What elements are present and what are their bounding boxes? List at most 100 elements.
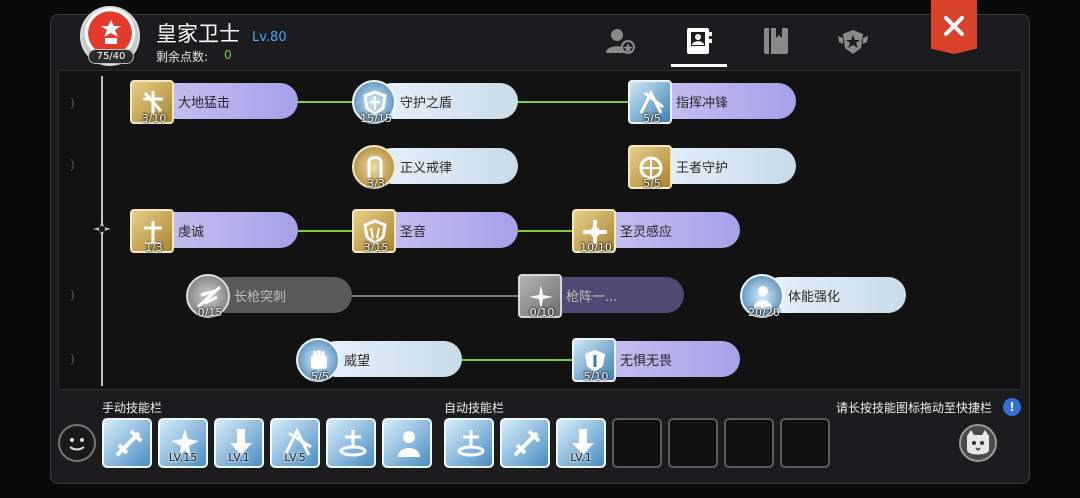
row-marker: ) (70, 352, 75, 366)
skill-count: 5/5 (311, 370, 329, 383)
skill-name: 正义戒律 (400, 161, 453, 176)
skill-count: 5/5 (643, 177, 661, 190)
skill-name: 指挥冲锋 (676, 96, 729, 111)
skill-link (516, 101, 632, 103)
auto-slot-empty[interactable] (612, 418, 662, 468)
skill-name: 守护之盾 (400, 96, 453, 111)
skill-count: 15/15 (360, 112, 392, 125)
manual-bar-avatar[interactable] (58, 424, 96, 462)
auto-skill-bar-label: 自动技能栏 (444, 401, 505, 415)
tab-skills[interactable] (683, 26, 715, 56)
tab-character[interactable] (604, 26, 636, 56)
sword-strike-icon (115, 429, 143, 457)
guardian-icon (398, 431, 420, 457)
skill-icon: 3/3 (352, 145, 396, 190)
remaining-points-value: 0 (224, 48, 232, 62)
manual-skill-bar-label: 手动技能栏 (102, 401, 163, 415)
skill-link (350, 295, 520, 297)
class-level: Lv.80 (252, 30, 287, 45)
auto-slot-empty[interactable] (780, 418, 830, 468)
remaining-points-label: 剩余点数: (156, 50, 209, 64)
skill-name: 圣音 (400, 225, 427, 240)
shield-aura-icon (339, 430, 367, 457)
auto-slot-empty[interactable] (668, 418, 718, 468)
skill-node-qiancheng[interactable]: 虔诚 1/3 (130, 209, 298, 254)
skill-node-zhengyi-jielv[interactable]: 正义戒律 3/3 (352, 145, 520, 190)
skill-name: 枪阵一... (566, 290, 618, 305)
manual-slot-1[interactable] (102, 418, 152, 468)
skill-name: 无惧无畏 (620, 354, 673, 369)
close-icon[interactable] (942, 14, 966, 38)
manual-slot-3[interactable]: LV.1 (214, 418, 264, 468)
skill-icon: 3/10 (130, 80, 174, 125)
skill-name: 大地猛击 (178, 96, 231, 111)
class-title: 皇家卫士 (156, 22, 240, 46)
active-tab-indicator (671, 64, 727, 67)
skill-icon: 0/10 (518, 274, 562, 319)
character-icon (606, 29, 635, 54)
skill-count: 10/10 (580, 241, 612, 254)
auto-slot-empty[interactable] (724, 418, 774, 468)
pet-avatar[interactable] (959, 424, 997, 462)
shield-aura-icon (457, 430, 485, 457)
book-icon (764, 28, 788, 54)
row-marker: ) (70, 288, 75, 302)
skill-count: 3/10 (141, 112, 167, 125)
skill-icon: 5/5 (628, 80, 672, 125)
info-icon[interactable]: ! (1003, 398, 1021, 416)
auto-slot-2[interactable] (500, 418, 550, 468)
skill-node-shouhu-zhidun[interactable]: 守护之盾 15/15 (352, 80, 520, 125)
skill-name: 长枪突刺 (234, 290, 287, 305)
skill-icon: 10/10 (572, 209, 616, 254)
skill-icon: 5/5 (296, 338, 340, 383)
rail-node-icon (93, 220, 111, 238)
skill-node-tineng-qianghua[interactable]: 体能强化 20/20 (740, 274, 908, 319)
skill-count: 5/10 (583, 370, 609, 383)
skill-count: 0/15 (197, 306, 223, 319)
skill-icon: 5/10 (572, 338, 616, 383)
skill-node-zhihui-chongfeng[interactable]: 指挥冲锋 5/5 (628, 80, 796, 125)
skill-name: 虔诚 (178, 225, 205, 240)
slot-level: LV.1 (570, 451, 592, 464)
skill-link (296, 101, 356, 103)
skill-icon: 20/20 (740, 274, 784, 319)
skill-name: 王者守护 (676, 161, 729, 176)
skill-name: 威望 (344, 354, 371, 369)
skill-node-wangzhe-shouhu[interactable]: 王者守护 5/5 (628, 145, 796, 190)
manual-slot-5[interactable] (326, 418, 376, 468)
slot-level: LV.1 (228, 451, 250, 464)
skill-node-qiangzhen[interactable]: 枪阵一... 0/10 (518, 274, 686, 319)
skill-link (296, 230, 356, 232)
skill-node-shengyin[interactable]: 圣音 3/15 (352, 209, 520, 254)
row-marker: ) (70, 96, 75, 110)
skill-link (516, 230, 576, 232)
auto-slot-1[interactable] (444, 418, 494, 468)
slot-level: LV.15 (168, 451, 198, 464)
skill-node-wuju-wuwei[interactable]: 无惧无畏 5/10 (572, 338, 740, 383)
skill-node-changqiang-tuci[interactable]: 长枪突刺 0/15 (186, 274, 354, 319)
skill-icon: 5/5 (628, 145, 672, 190)
tab-emblem[interactable] (836, 26, 868, 56)
skill-node-weiwang[interactable]: 威望 5/5 (296, 338, 464, 383)
skill-count: 20/20 (748, 306, 780, 319)
skill-book-icon (687, 28, 712, 54)
manual-slot-6[interactable] (382, 418, 432, 468)
row-marker: ) (70, 158, 75, 172)
skill-link (462, 359, 576, 361)
skill-node-dadi-mengji[interactable]: 大地猛击 3/10 (130, 80, 298, 125)
skill-count: 0/10 (529, 306, 555, 319)
skill-count: 3/15 (363, 241, 389, 254)
tab-codex[interactable] (760, 26, 792, 56)
skill-count: 1/3 (145, 241, 163, 254)
emblem-icon (838, 30, 868, 54)
skill-count: 3/3 (367, 177, 385, 190)
cat-face-icon (967, 430, 989, 455)
royal-crest-icon (101, 20, 121, 44)
skill-icon: 3/15 (352, 209, 396, 254)
smiley-face-icon (69, 438, 85, 451)
manual-slot-2[interactable]: LV.15 (158, 418, 208, 468)
avatar-counter: 75/40 (88, 49, 134, 64)
manual-slot-4[interactable]: LV.5 (270, 418, 320, 468)
auto-slot-3[interactable]: LV.1 (556, 418, 606, 468)
skill-node-shengling-ganying[interactable]: 圣灵感应 10/10 (572, 209, 740, 254)
